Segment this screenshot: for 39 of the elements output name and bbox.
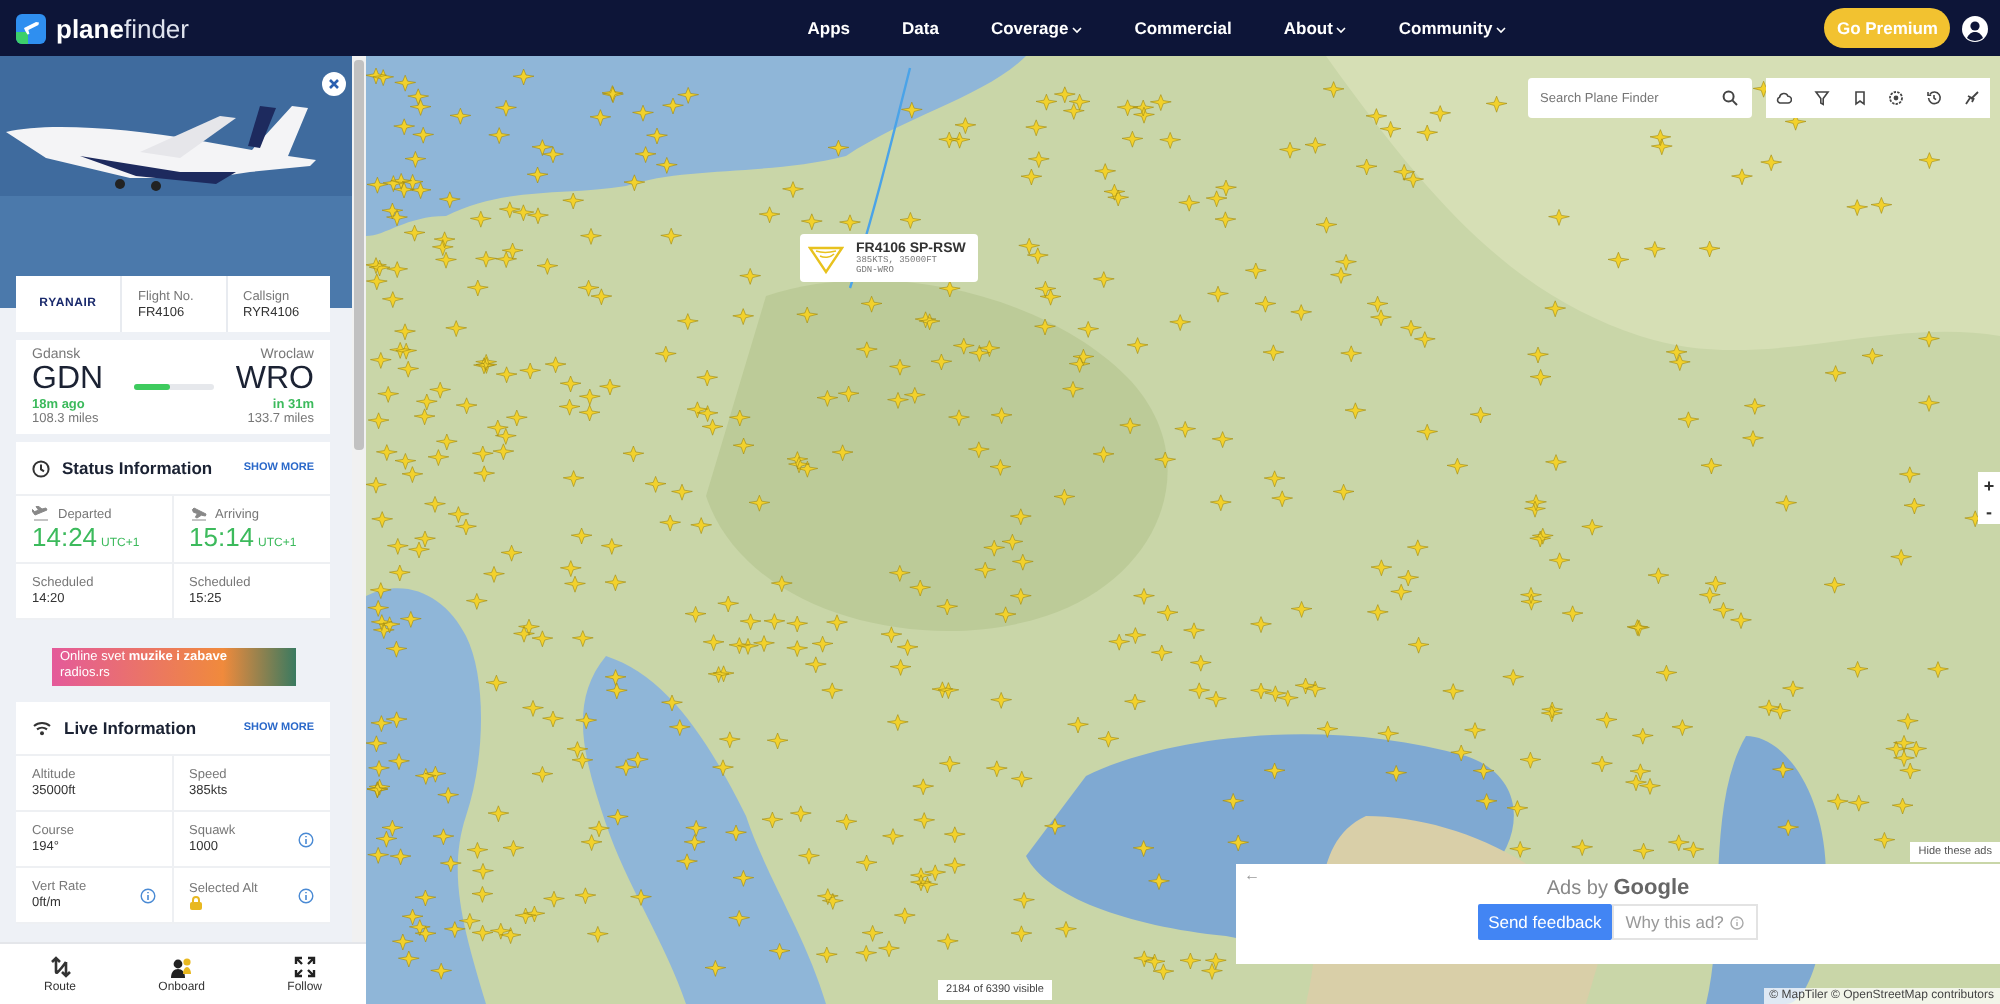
nav-link[interactable]: Coverage [990,18,1083,38]
takeoff-icon [32,506,50,522]
info-icon[interactable] [139,887,155,903]
feedback-button[interactable]: Send feedback [1478,904,1612,940]
origin-code: GDN [32,362,106,398]
time-value: 15:14 [189,522,255,552]
destination-code: WRO [233,362,314,398]
nav-link[interactable]: Commercial [1134,18,1232,38]
nav-link[interactable]: Apps [807,18,851,38]
nav-link[interactable]: Data [902,18,939,38]
cloud-icon[interactable] [1776,90,1793,106]
history-icon[interactable] [1925,90,1942,106]
section-title: Status Information [62,458,215,478]
scrollbar-thumb[interactable] [354,60,364,450]
time-value: 14:24 [32,522,98,552]
people-icon [169,955,194,977]
logo-text: planefinder [56,13,189,43]
bookmark-icon[interactable] [1851,90,1868,106]
landing-icon [189,506,207,522]
nav-link[interactable]: Community [1398,18,1507,38]
caret-icon [1496,26,1507,34]
info-icon [1729,915,1744,929]
info-icon[interactable] [298,887,314,903]
info-icon[interactable] [298,831,314,847]
close-icon[interactable] [328,78,340,90]
settings-icon[interactable] [1888,90,1905,106]
wifi-icon [32,720,52,736]
caret-icon [1072,26,1083,34]
nav-link[interactable]: About [1283,18,1347,38]
ads-by-google: Ads by Google [1546,876,1690,900]
focus-icon [293,955,316,977]
search-icon[interactable] [1722,90,1738,106]
route-icon [49,955,71,977]
filter-icon[interactable] [1813,90,1830,106]
section-title: Live Information [64,718,199,738]
logo-icon [16,13,46,43]
clock-icon [32,459,50,477]
account-icon[interactable] [1962,15,1988,41]
caret-icon [1336,26,1347,34]
